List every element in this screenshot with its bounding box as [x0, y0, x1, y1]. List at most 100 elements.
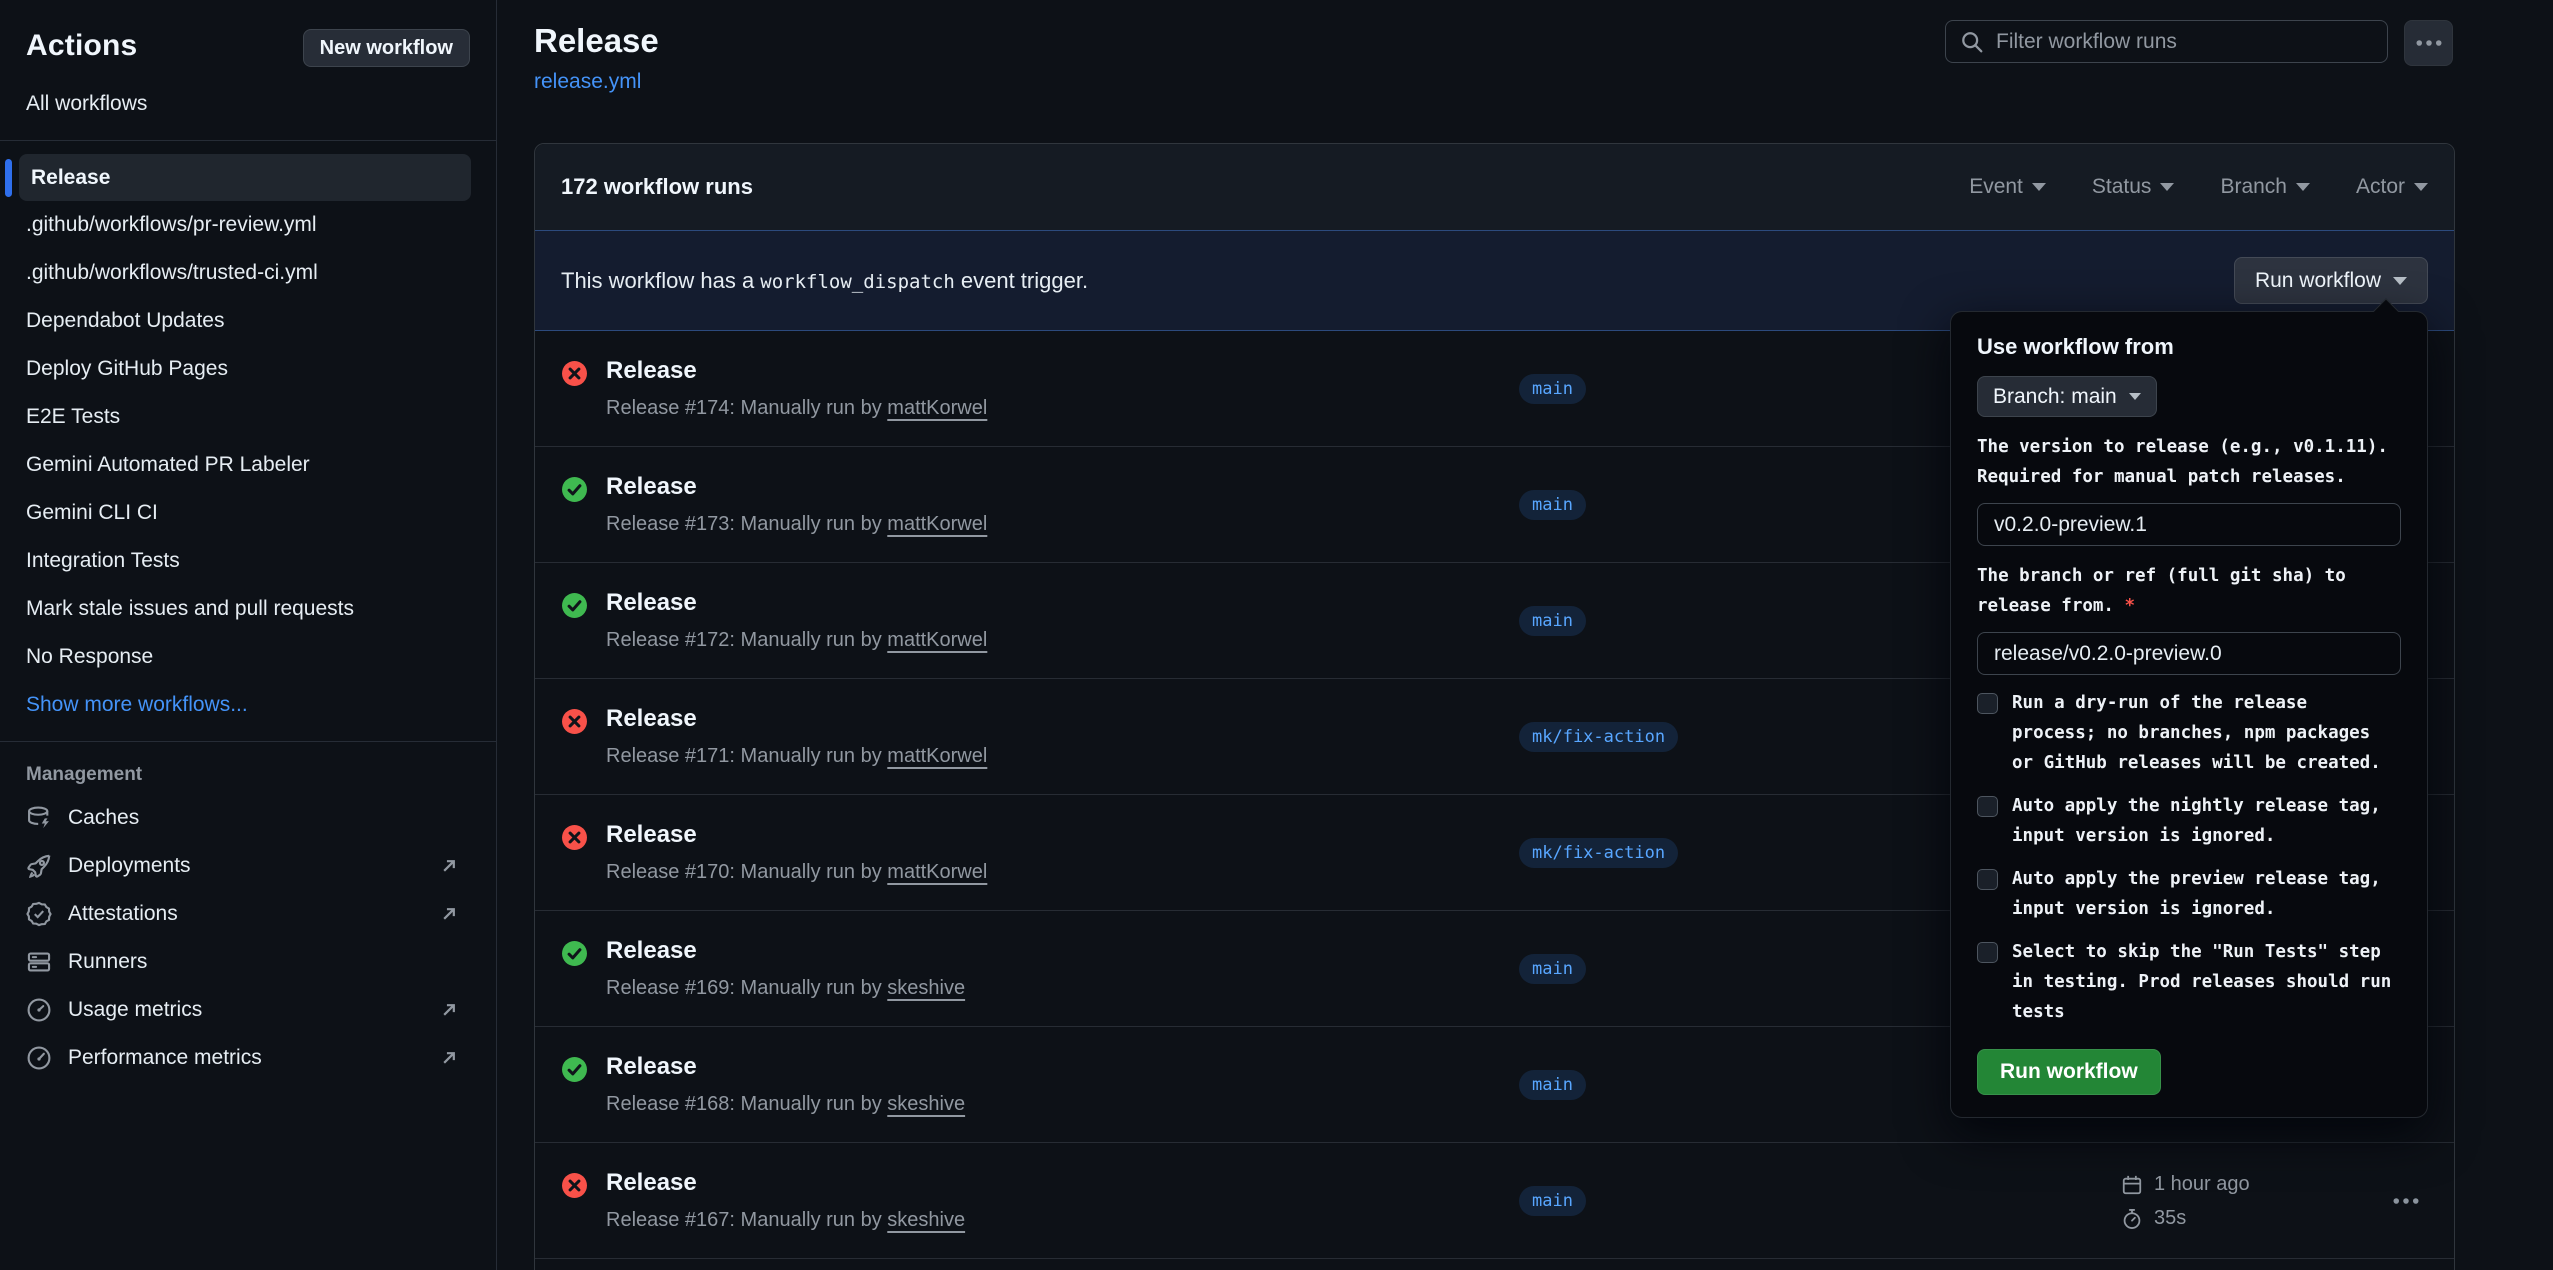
- panel-heading: Use workflow from: [1977, 334, 2401, 360]
- sidebar-item-all-workflows[interactable]: All workflows: [0, 80, 496, 128]
- show-more-workflows-link[interactable]: Show more workflows...: [0, 681, 496, 729]
- workflow-options-kebab-icon[interactable]: [2404, 20, 2453, 66]
- actor-link[interactable]: skeshive: [887, 977, 965, 999]
- sidebar-divider: [0, 140, 496, 141]
- run-title-link[interactable]: Release: [606, 589, 697, 616]
- checkbox-row: Auto apply the preview release tag, inpu…: [1977, 864, 2401, 924]
- preview-tag-checkbox[interactable]: [1977, 869, 1998, 890]
- filter-actor-dropdown[interactable]: Actor: [2356, 175, 2428, 199]
- sidebar-item-integration-tests[interactable]: Integration Tests: [0, 537, 496, 585]
- sidebar-item-usage-metrics[interactable]: Usage metrics: [0, 986, 496, 1034]
- rocket-icon: [26, 853, 52, 879]
- chevron-down-icon: [2296, 183, 2310, 191]
- sidebar-item-label: Runners: [68, 950, 147, 974]
- sidebar-item-performance-metrics[interactable]: Performance metrics: [0, 1034, 496, 1082]
- runs-list-header: 172 workflow runs Event Status Branch Ac…: [535, 144, 2454, 230]
- workflow-file-link[interactable]: release.yml: [534, 70, 641, 94]
- sidebar-item-label: Performance metrics: [68, 1046, 262, 1070]
- actor-link[interactable]: mattKorwel: [887, 397, 987, 419]
- chevron-down-icon: [2129, 393, 2141, 400]
- nightly-tag-checkbox[interactable]: [1977, 796, 1998, 817]
- filter-event-dropdown[interactable]: Event: [1969, 175, 2046, 199]
- filter-branch-dropdown[interactable]: Branch: [2220, 175, 2310, 199]
- calendar-icon: [2121, 1174, 2143, 1196]
- table-row[interactable]: Release Release #167: Manually run by sk…: [535, 1143, 2454, 1259]
- gauge-icon: [26, 1045, 52, 1071]
- status-success-icon: [561, 592, 588, 619]
- sidebar-item-gemini-pr-labeler[interactable]: Gemini Automated PR Labeler: [0, 441, 496, 489]
- run-time: 1 hour ago: [2154, 1173, 2250, 1196]
- stopwatch-icon: [2121, 1208, 2143, 1230]
- run-options-kebab-icon[interactable]: [2383, 1187, 2429, 1215]
- actor-link[interactable]: mattKorwel: [887, 745, 987, 767]
- ref-input[interactable]: [1977, 632, 2401, 675]
- branch-badge[interactable]: main: [1519, 490, 1586, 520]
- skip-tests-checkbox[interactable]: [1977, 942, 1998, 963]
- status-failure-icon: [561, 1172, 588, 1199]
- actor-link[interactable]: skeshive: [887, 1093, 965, 1115]
- run-title-link[interactable]: Release: [606, 357, 697, 384]
- actor-link[interactable]: skeshive: [887, 1209, 965, 1231]
- branch-badge[interactable]: mk/fix-action: [1519, 838, 1678, 868]
- status-success-icon: [561, 476, 588, 503]
- run-title-link[interactable]: Release: [606, 821, 697, 848]
- meter-icon: [26, 997, 52, 1023]
- sidebar-item-caches[interactable]: Caches: [0, 794, 496, 842]
- external-link-icon: [438, 1047, 460, 1069]
- sidebar-item-e2e-tests[interactable]: E2E Tests: [0, 393, 496, 441]
- filter-status-dropdown[interactable]: Status: [2092, 175, 2175, 199]
- branch-badge[interactable]: main: [1519, 954, 1586, 984]
- version-input[interactable]: [1977, 503, 2401, 546]
- run-title-link[interactable]: Release: [606, 1053, 697, 1080]
- checkbox-label[interactable]: Run a dry-run of the release process; no…: [2012, 688, 2401, 778]
- sidebar-item-deployments[interactable]: Deployments: [0, 842, 496, 890]
- chevron-down-icon: [2160, 183, 2174, 191]
- sidebar-item-pr-review[interactable]: .github/workflows/pr-review.yml: [0, 201, 496, 249]
- sidebar-item-gemini-cli-ci[interactable]: Gemini CLI CI: [0, 489, 496, 537]
- verified-icon: [26, 901, 52, 927]
- checkbox-label[interactable]: Auto apply the nightly release tag, inpu…: [2012, 791, 2401, 851]
- sidebar-item-dependabot-updates[interactable]: Dependabot Updates: [0, 297, 496, 345]
- actor-link[interactable]: mattKorwel: [887, 861, 987, 883]
- actions-page: Actions New workflow All workflows Relea…: [0, 0, 2553, 1270]
- branch-badge[interactable]: main: [1519, 1186, 1586, 1216]
- runs-count: 172 workflow runs: [561, 174, 753, 200]
- run-workflow-dropdown-button[interactable]: Run workflow: [2234, 257, 2428, 304]
- branch-badge[interactable]: mk/fix-action: [1519, 722, 1678, 752]
- cache-icon: [26, 805, 52, 831]
- status-failure-icon: [561, 360, 588, 387]
- dry-run-checkbox[interactable]: [1977, 693, 1998, 714]
- branch-badge[interactable]: main: [1519, 374, 1586, 404]
- sidebar-item-mark-stale[interactable]: Mark stale issues and pull requests: [0, 585, 496, 633]
- sidebar-item-deploy-github-pages[interactable]: Deploy GitHub Pages: [0, 345, 496, 393]
- checkbox-row: Select to skip the "Run Tests" step in t…: [1977, 937, 2401, 1027]
- sidebar-item-no-response[interactable]: No Response: [0, 633, 496, 681]
- run-description: Release #172: Manually run by mattKorwel: [606, 629, 987, 652]
- run-title-link[interactable]: Release: [606, 937, 697, 964]
- filter-runs-searchbox[interactable]: [1945, 20, 2388, 63]
- status-success-icon: [561, 940, 588, 967]
- run-workflow-submit-button[interactable]: Run workflow: [1977, 1049, 2161, 1095]
- run-title-link[interactable]: Release: [606, 1169, 697, 1196]
- chevron-down-icon: [2414, 183, 2428, 191]
- sidebar-item-runners[interactable]: Runners: [0, 938, 496, 986]
- actor-link[interactable]: mattKorwel: [887, 513, 987, 535]
- run-title-link[interactable]: Release: [606, 705, 697, 732]
- actor-link[interactable]: mattKorwel: [887, 629, 987, 651]
- new-workflow-button[interactable]: New workflow: [303, 29, 470, 67]
- sidebar-item-attestations[interactable]: Attestations: [0, 890, 496, 938]
- run-title-link[interactable]: Release: [606, 473, 697, 500]
- run-description: Release #168: Manually run by skeshive: [606, 1093, 965, 1116]
- sidebar-item-release[interactable]: Release: [19, 154, 471, 201]
- checkbox-label[interactable]: Select to skip the "Run Tests" step in t…: [2012, 937, 2401, 1027]
- search-icon: [1960, 30, 1984, 54]
- checkbox-label[interactable]: Auto apply the preview release tag, inpu…: [2012, 864, 2401, 924]
- status-failure-icon: [561, 708, 588, 735]
- branch-selector-dropdown[interactable]: Branch: main: [1977, 376, 2157, 417]
- sidebar: Actions New workflow All workflows Relea…: [0, 0, 497, 1270]
- branch-badge[interactable]: main: [1519, 606, 1586, 636]
- branch-badge[interactable]: main: [1519, 1070, 1586, 1100]
- required-asterisk: *: [2125, 596, 2136, 616]
- filter-runs-input[interactable]: [1996, 30, 2373, 54]
- sidebar-item-trusted-ci[interactable]: .github/workflows/trusted-ci.yml: [0, 249, 496, 297]
